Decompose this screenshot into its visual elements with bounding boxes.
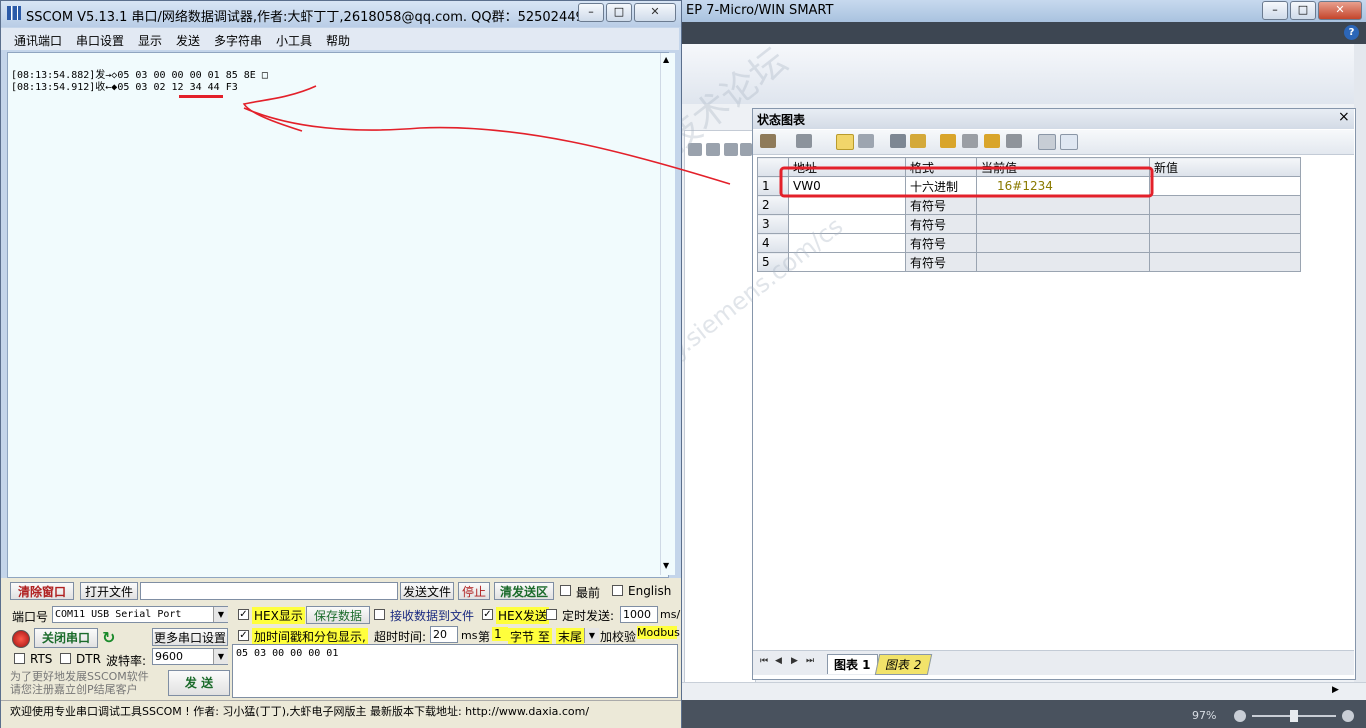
clear-send-area-button[interactable]: 清发送区 — [494, 582, 554, 600]
hex-display-checkbox[interactable]: ✓ — [238, 609, 249, 620]
english-checkbox[interactable] — [612, 585, 623, 596]
arrow-line-annotation — [243, 107, 731, 185]
modbus-select[interactable]: Modbus — [637, 626, 680, 639]
chevron-down-icon[interactable]: ▼ — [213, 607, 228, 622]
port-select[interactable]: COM11 USB Serial Port — [52, 606, 228, 623]
byte-from-input[interactable]: 1 — [492, 627, 508, 641]
more-port-settings-button[interactable]: 更多串口设置 — [152, 628, 228, 646]
receive-to-file-checkbox[interactable] — [374, 609, 385, 620]
baud-label: 波特率: — [106, 654, 147, 668]
timeout-unit: ms — [461, 629, 478, 642]
sscom-statusbar-bottom — [1, 720, 681, 728]
byte-to-label: 字节 至 — [508, 628, 552, 645]
rts-checkbox[interactable] — [14, 653, 25, 664]
interval-input[interactable]: 1000 — [620, 606, 658, 623]
underline-annotation — [179, 95, 223, 98]
english-label: English — [628, 584, 672, 598]
open-file-button[interactable]: 打开文件 — [80, 582, 138, 600]
timestamp-checkbox[interactable]: ✓ — [238, 630, 249, 641]
receive-to-file-label: 接收数据到文件 — [390, 609, 475, 623]
clear-window-button[interactable]: 清除窗口 — [10, 582, 74, 600]
close-port-button[interactable]: 关闭串口 — [34, 628, 98, 648]
timed-send-label: 定时发送: — [562, 609, 615, 623]
dtr-checkbox[interactable] — [60, 653, 71, 664]
status-message: 欢迎使用专业串口调试工具SSCOM ! 作者: 习小猛(丁丁),大虾电子网版主 … — [10, 705, 590, 718]
port-status-icon — [12, 630, 30, 648]
byte-from-prefix: 第 — [478, 630, 491, 644]
chevron-down-icon[interactable]: ▼ — [213, 649, 228, 664]
byte-end-select[interactable]: 末尾 — [556, 628, 584, 645]
send-text-area[interactable]: 05 03 00 00 00 01 — [232, 644, 678, 698]
timestamp-label: 加时间戳和分包显示, — [252, 628, 368, 645]
always-on-top-label: 最前 — [576, 586, 601, 600]
hex-send-checkbox[interactable]: ✓ — [482, 609, 493, 620]
dtr-label: DTR — [76, 652, 101, 666]
promo-text[interactable]: 为了更好地发展SSCOM软件 请您注册嘉立创P结尾客户 — [10, 670, 149, 696]
checksum-label: 加校验 — [600, 630, 637, 644]
always-on-top-checkbox[interactable] — [560, 585, 571, 596]
refresh-icon[interactable]: ↻ — [102, 628, 115, 647]
timeout-label: 超时时间: — [374, 630, 427, 644]
rts-label: RTS — [30, 652, 53, 666]
file-path-field[interactable] — [140, 582, 398, 600]
timed-send-checkbox[interactable] — [546, 609, 557, 620]
hex-display-label: HEX显示 — [252, 607, 305, 624]
stop-button[interactable]: 停止 — [458, 582, 490, 600]
save-data-button[interactable]: 保存数据 — [306, 606, 370, 624]
timeout-input[interactable]: 20 — [430, 626, 458, 643]
highlight-box-annotation — [779, 166, 1154, 198]
chevron-down-icon[interactable]: ▼ — [584, 628, 599, 643]
hex-send-label: HEX发送 — [496, 607, 549, 624]
send-file-button[interactable]: 发送文件 — [400, 582, 454, 600]
port-label: 端口号 — [12, 610, 49, 624]
send-button[interactable]: 发 送 — [168, 670, 230, 696]
interval-unit: ms/ — [660, 608, 681, 621]
arrow-annotation — [242, 85, 317, 132]
